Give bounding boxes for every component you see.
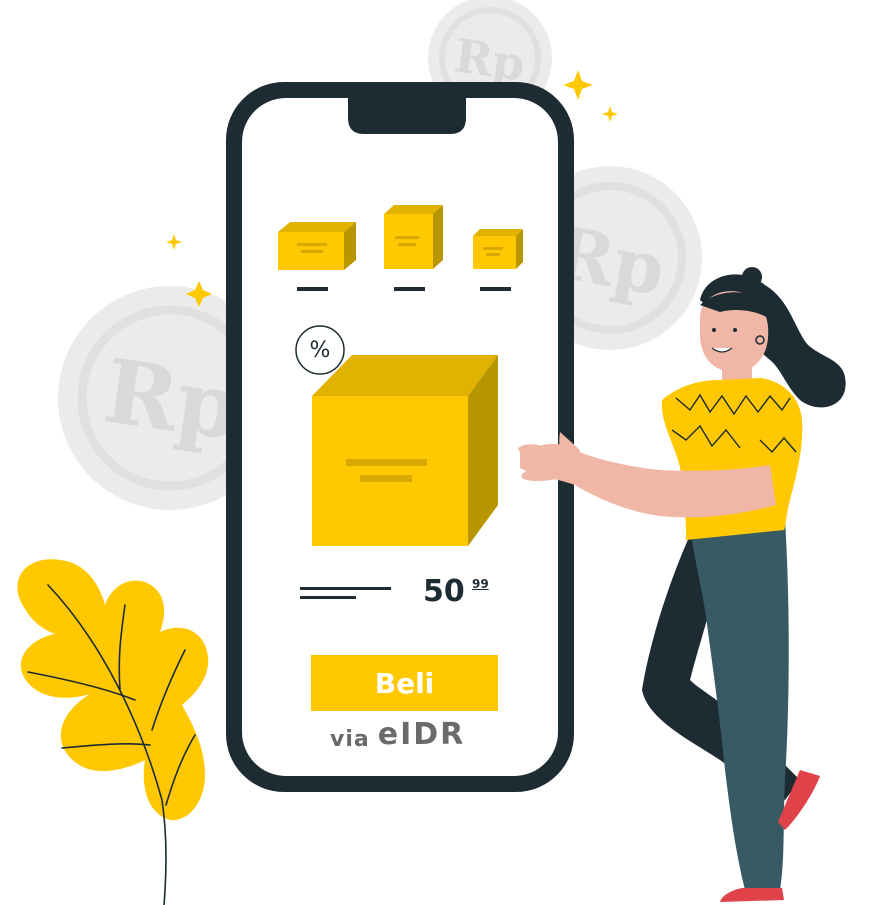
woman-illustration [518, 267, 846, 902]
hair-bun [742, 267, 762, 287]
shoe [720, 888, 784, 902]
hand [518, 432, 580, 481]
